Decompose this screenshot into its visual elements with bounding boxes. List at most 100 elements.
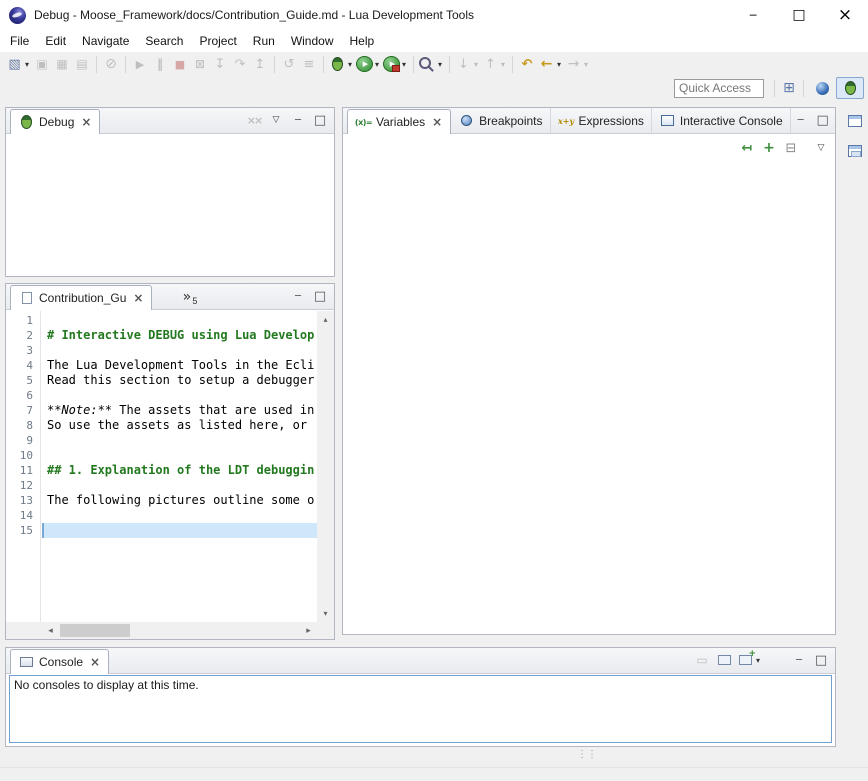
menu-edit[interactable]: Edit (37, 31, 74, 51)
scroll-up-icon[interactable] (317, 311, 334, 328)
code-line[interactable] (42, 433, 317, 448)
code-line[interactable] (42, 448, 317, 463)
minimize-window-button[interactable] (730, 0, 776, 30)
previous-annotation-button[interactable] (481, 53, 508, 75)
last-edit-location-button[interactable] (517, 53, 537, 75)
resume-button[interactable] (130, 53, 150, 75)
disconnect-button[interactable] (190, 53, 210, 75)
line-number[interactable]: 1 (6, 313, 40, 328)
next-annotation-button[interactable] (454, 53, 481, 75)
editor-code[interactable]: # Interactive DEBUG using Lua DevelopThe… (42, 311, 317, 622)
close-window-button[interactable] (822, 0, 868, 30)
view-menu-button[interactable] (266, 110, 286, 130)
maximize-view-button[interactable] (310, 110, 330, 130)
close-icon[interactable] (132, 290, 144, 307)
maximize-view-button[interactable] (813, 110, 833, 130)
code-line[interactable] (42, 523, 317, 538)
menu-run[interactable]: Run (245, 31, 283, 51)
line-number[interactable]: 13 (6, 493, 40, 508)
save-all-button[interactable] (52, 53, 72, 75)
maximize-view-button[interactable] (310, 286, 330, 306)
menu-project[interactable]: Project (191, 31, 244, 51)
code-line[interactable]: Read this section to setup a debugger (42, 373, 317, 388)
code-line[interactable]: The Lua Development Tools in the Ecli (42, 358, 317, 373)
clear-console-button[interactable] (692, 650, 712, 670)
line-number[interactable]: 10 (6, 448, 40, 463)
code-line[interactable]: **Note:** The assets that are used in (42, 403, 317, 418)
minimize-view-button[interactable] (288, 110, 308, 130)
close-icon[interactable] (89, 654, 101, 671)
line-number[interactable]: 3 (6, 343, 40, 358)
collapse-all-button[interactable] (781, 137, 801, 159)
step-over-button[interactable] (230, 53, 250, 75)
menu-file[interactable]: File (2, 31, 37, 51)
tab-variables[interactable]: Variables (347, 109, 451, 134)
add-variable-button[interactable] (759, 137, 779, 159)
code-line[interactable] (42, 313, 317, 328)
tab-expressions[interactable]: Expressions (551, 108, 652, 133)
console-content[interactable]: No consoles to display at this time. (9, 675, 832, 743)
minimize-view-button[interactable] (789, 650, 809, 670)
step-into-button[interactable] (210, 53, 230, 75)
close-icon[interactable] (80, 114, 92, 131)
code-line[interactable] (42, 478, 317, 493)
dropdown-arrow-icon[interactable] (400, 56, 408, 73)
print-button[interactable] (72, 53, 92, 75)
display-console-button[interactable] (714, 650, 734, 670)
maximize-window-button[interactable] (776, 0, 822, 30)
search-button[interactable] (418, 53, 445, 75)
line-number[interactable]: 12 (6, 478, 40, 493)
debug-button[interactable] (328, 53, 355, 75)
tab-interactive-console[interactable]: Interactive Console (652, 108, 791, 133)
dropdown-arrow-icon[interactable] (346, 56, 354, 73)
dropdown-arrow-icon[interactable] (436, 56, 444, 73)
menu-window[interactable]: Window (283, 31, 342, 51)
line-number[interactable]: 5 (6, 373, 40, 388)
dropdown-arrow-icon[interactable] (555, 56, 563, 73)
restore-view-button-1[interactable] (845, 110, 865, 132)
code-line[interactable] (42, 508, 317, 523)
ldt-perspective-button[interactable] (808, 77, 836, 99)
use-step-filters-button[interactable] (299, 53, 319, 75)
scroll-down-icon[interactable] (317, 605, 334, 622)
restore-view-button-2[interactable] (845, 140, 865, 162)
line-number[interactable]: 4 (6, 358, 40, 373)
import-variables-button[interactable] (737, 137, 757, 159)
suspend-button[interactable] (150, 53, 170, 75)
open-console-button[interactable] (736, 650, 763, 670)
dropdown-arrow-icon[interactable] (373, 56, 381, 73)
code-line[interactable]: The following pictures outline some o (42, 493, 317, 508)
scroll-right-icon[interactable] (300, 622, 317, 639)
menu-search[interactable]: Search (137, 31, 191, 51)
code-line[interactable] (42, 343, 317, 358)
back-button[interactable] (537, 53, 564, 75)
sash-drag-handle[interactable] (577, 749, 597, 760)
new-wizard-button[interactable] (5, 53, 32, 75)
remove-all-terminated-button[interactable] (244, 110, 264, 130)
vertical-scrollbar[interactable] (317, 311, 334, 622)
horizontal-scrollbar[interactable] (42, 622, 317, 639)
hidden-editors-chevron[interactable]: 5 (174, 284, 201, 309)
code-line[interactable] (42, 388, 317, 403)
close-icon[interactable] (431, 114, 443, 131)
scroll-left-icon[interactable] (42, 622, 59, 639)
quick-access-input[interactable]: Quick Access (674, 79, 764, 98)
step-return-button[interactable] (250, 53, 270, 75)
forward-button[interactable] (564, 53, 591, 75)
skip-all-breakpoints-button[interactable] (101, 53, 121, 75)
menu-navigate[interactable]: Navigate (74, 31, 137, 51)
tab-console[interactable]: Console (10, 649, 109, 674)
line-number[interactable]: 14 (6, 508, 40, 523)
debug-perspective-button[interactable] (836, 77, 864, 99)
scrollbar-thumb[interactable] (60, 624, 130, 637)
save-button[interactable] (32, 53, 52, 75)
minimize-view-button[interactable] (288, 286, 308, 306)
tab-contribution-guide[interactable]: Contribution_Gu (10, 285, 152, 310)
dropdown-arrow-icon[interactable] (582, 56, 590, 73)
line-number[interactable]: 11 (6, 463, 40, 478)
view-menu-button[interactable] (811, 137, 831, 159)
menu-help[interactable]: Help (342, 31, 383, 51)
line-number[interactable]: 15 (6, 523, 40, 538)
dropdown-arrow-icon[interactable] (472, 56, 480, 73)
maximize-view-button[interactable] (811, 650, 831, 670)
